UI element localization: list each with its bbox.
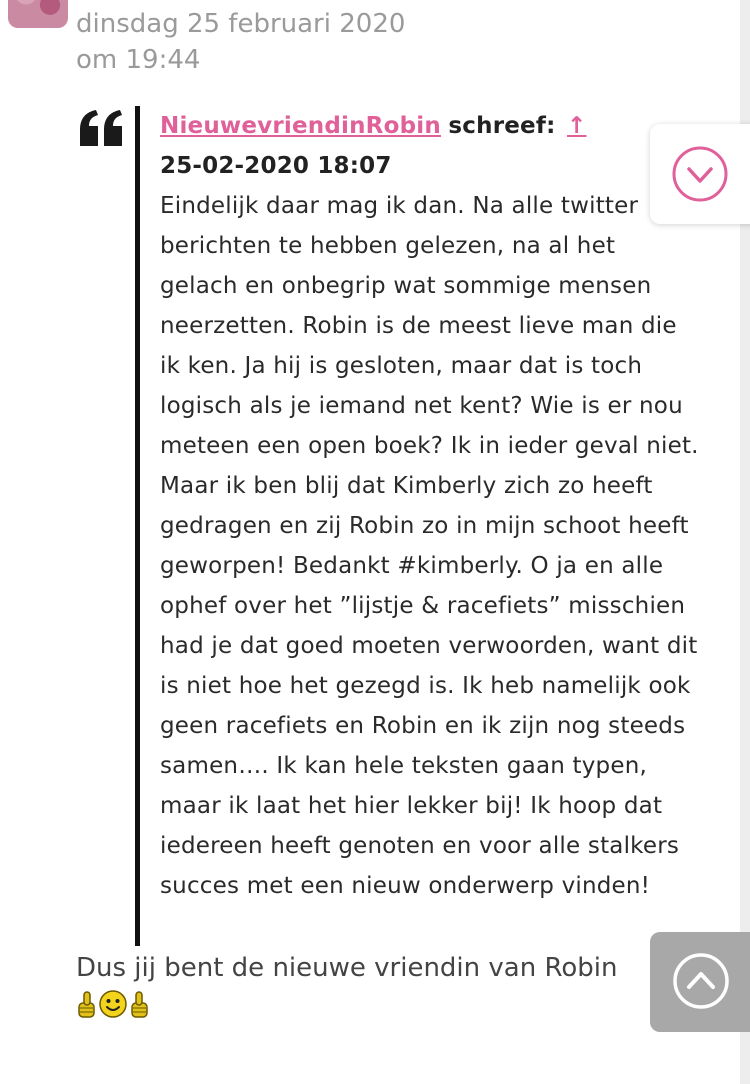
quote-block: NieuwevriendinRobin schreef: ↑ 25-02-202… [78, 106, 698, 946]
quote-icon [80, 110, 122, 146]
post-date-time: om 19:44 [76, 45, 201, 75]
jump-to-original-link[interactable]: ↑ [567, 106, 586, 146]
quote-header: NieuwevriendinRobin schreef: ↑ [160, 106, 700, 146]
scroll-down-button[interactable] [650, 124, 750, 224]
quote-content: NieuwevriendinRobin schreef: ↑ 25-02-202… [160, 106, 700, 906]
scroll-to-top-button[interactable] [650, 932, 750, 1032]
avatar[interactable] [8, 0, 68, 28]
reply-text: Dus jij bent de nieuwe vriendin van Robi… [76, 953, 618, 983]
quote-bar [135, 106, 140, 946]
post-date: dinsdag 25 februari 2020 om 19:44 [76, 6, 405, 78]
chevron-down-icon [672, 146, 728, 202]
quote-author-link[interactable]: NieuwevriendinRobin [160, 113, 441, 139]
smiley-icon [99, 990, 127, 1018]
thumbs-up-icon [131, 991, 148, 1018]
quote-timestamp: 25-02-2020 18:07 [160, 153, 392, 179]
emoticon-row [76, 988, 150, 1020]
thumbs-up-icon [78, 991, 95, 1018]
post-date-day: dinsdag 25 februari 2020 [76, 9, 406, 39]
quote-text: Eindelijk daar mag ik dan. Na alle twitt… [160, 193, 699, 899]
quote-wrote-label: schreef: [448, 113, 556, 139]
chevron-up-icon [673, 953, 729, 1009]
